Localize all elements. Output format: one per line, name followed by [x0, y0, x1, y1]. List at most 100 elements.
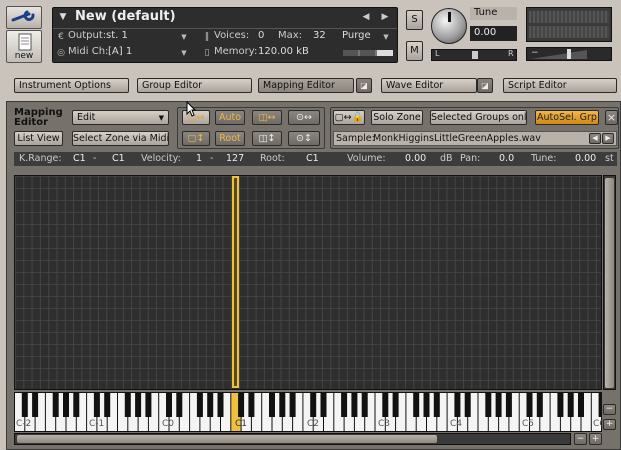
tab-instrument-options[interactable]: Instrument Options — [14, 78, 129, 93]
instrument-name[interactable]: New (default) — [75, 9, 176, 24]
purge-dropdown-icon[interactable]: ▼ — [382, 31, 390, 43]
black-key[interactable] — [196, 393, 203, 417]
black-key[interactable] — [269, 393, 275, 417]
black-key[interactable] — [433, 393, 440, 417]
tab-wave-editor[interactable]: Wave Editor — [381, 78, 477, 93]
zone-c1[interactable] — [232, 176, 239, 388]
black-key[interactable] — [392, 393, 399, 417]
mapping-close-button[interactable]: × — [605, 110, 618, 125]
mapping-tab-close-icon[interactable]: ◪ — [356, 78, 372, 93]
pan-value[interactable]: 0.0 — [499, 153, 514, 164]
tab-mapping-editor[interactable]: Mapping Editor — [258, 78, 354, 93]
black-key[interactable] — [413, 393, 420, 417]
black-key[interactable] — [279, 393, 286, 417]
link-vertical-button[interactable]: ⊙↕ — [288, 131, 320, 146]
black-key[interactable] — [495, 393, 502, 417]
mute-button[interactable]: M — [406, 41, 423, 61]
velocity-low[interactable]: 1 — [196, 153, 202, 164]
tune-knob[interactable] — [431, 8, 467, 44]
black-key[interactable] — [32, 393, 39, 417]
lock-zones-button[interactable]: ▢↔🔓 — [333, 110, 365, 125]
auto-spread-velocity-button[interactable]: ▢↕ — [182, 131, 210, 146]
midi-value[interactable]: [A] 1 — [108, 46, 132, 57]
auto-map-velocity-button[interactable]: ◫↕ — [252, 131, 282, 146]
black-key[interactable] — [93, 393, 100, 417]
black-key[interactable] — [536, 393, 543, 417]
volume-value[interactable]: 0.00 — [405, 153, 426, 164]
auto-map-button[interactable]: ◫↔ — [252, 110, 282, 125]
purge-label[interactable]: Purge — [342, 30, 371, 41]
list-view-button[interactable]: List View — [14, 131, 63, 146]
black-key[interactable] — [464, 393, 471, 417]
krange-high[interactable]: C1 — [112, 153, 125, 164]
black-key[interactable] — [289, 393, 296, 417]
horizontal-zoom-out-button[interactable]: − — [574, 433, 587, 445]
output-dropdown-icon[interactable]: ▼ — [180, 31, 188, 43]
vertical-zoom-out-button[interactable]: − — [603, 404, 616, 415]
tune-field-value[interactable]: 0.00 — [575, 153, 596, 164]
vertical-zoom-in-button[interactable]: + — [603, 419, 616, 430]
black-key[interactable] — [104, 393, 111, 417]
black-key[interactable] — [567, 393, 574, 417]
black-key[interactable] — [135, 393, 142, 417]
root-button[interactable]: Root — [215, 131, 245, 146]
output-value[interactable]: st. 1 — [106, 30, 128, 41]
black-key[interactable] — [21, 393, 28, 417]
link-horizontal-button[interactable]: ⊙↔ — [288, 110, 320, 125]
max-value[interactable]: 32 — [313, 30, 326, 41]
black-key[interactable] — [351, 393, 358, 417]
wrench-button[interactable] — [6, 6, 42, 29]
black-key[interactable] — [454, 393, 461, 417]
volume-slider[interactable]: − — [526, 47, 612, 61]
collapse-triangle-icon[interactable]: ▼ — [58, 11, 68, 23]
black-key[interactable] — [423, 393, 430, 417]
horizontal-scroll-thumb[interactable] — [17, 435, 437, 443]
black-key[interactable] — [526, 393, 533, 417]
sample-prev-icon[interactable]: ◀ — [589, 133, 601, 144]
black-key[interactable] — [310, 393, 317, 417]
horizontal-scrollbar[interactable] — [14, 433, 571, 445]
black-key[interactable] — [145, 393, 152, 417]
root-value[interactable]: C1 — [306, 153, 319, 164]
black-key[interactable] — [361, 393, 368, 417]
krange-low[interactable]: C1 — [73, 153, 86, 164]
black-key[interactable] — [320, 393, 327, 417]
new-instrument-button[interactable]: new — [6, 30, 42, 63]
black-key[interactable] — [248, 393, 255, 417]
selected-groups-only-button[interactable]: Selected Groups only — [430, 110, 527, 125]
black-key[interactable] — [341, 393, 348, 417]
autosel-grp-button[interactable]: AutoSel. Grp — [535, 110, 599, 125]
mapping-grid[interactable] — [14, 175, 602, 390]
tab-group-editor[interactable]: Group Editor — [137, 78, 252, 93]
black-key[interactable] — [578, 393, 584, 417]
prev-instrument-icon[interactable]: ◀ — [361, 11, 371, 23]
wave-tab-close-icon[interactable]: ◪ — [477, 78, 493, 93]
next-instrument-icon[interactable]: ▶ — [380, 11, 390, 23]
sample-next-icon[interactable]: ▶ — [602, 133, 614, 144]
solo-zone-button[interactable]: Solo Zone — [371, 110, 423, 125]
black-key[interactable] — [207, 393, 214, 417]
auto-button[interactable]: Auto — [215, 110, 245, 125]
horizontal-zoom-in-button[interactable]: + — [589, 433, 602, 445]
tab-script-editor[interactable]: Script Editor — [503, 78, 617, 93]
black-key[interactable] — [166, 393, 172, 417]
black-key[interactable] — [382, 393, 389, 417]
black-key[interactable] — [63, 393, 69, 417]
vertical-scroll-thumb[interactable] — [605, 178, 614, 388]
black-key[interactable] — [176, 393, 183, 417]
solo-button[interactable]: S — [406, 10, 423, 30]
black-key[interactable] — [557, 393, 564, 417]
velocity-high[interactable]: 127 — [226, 153, 244, 164]
tune-value[interactable]: 0.00 — [470, 26, 517, 41]
black-key[interactable] — [217, 393, 224, 417]
select-zone-via-midi-button[interactable]: Select Zone via Midi — [72, 131, 169, 146]
edit-dropdown[interactable]: Edit ▼ — [72, 110, 169, 125]
pan-slider[interactable] — [431, 49, 517, 61]
black-key[interactable] — [73, 393, 80, 417]
black-key[interactable] — [52, 393, 59, 417]
black-key[interactable] — [124, 393, 131, 417]
black-key[interactable] — [505, 393, 512, 417]
black-key[interactable] — [598, 393, 602, 417]
black-key[interactable] — [238, 393, 245, 417]
black-key[interactable] — [485, 393, 492, 417]
